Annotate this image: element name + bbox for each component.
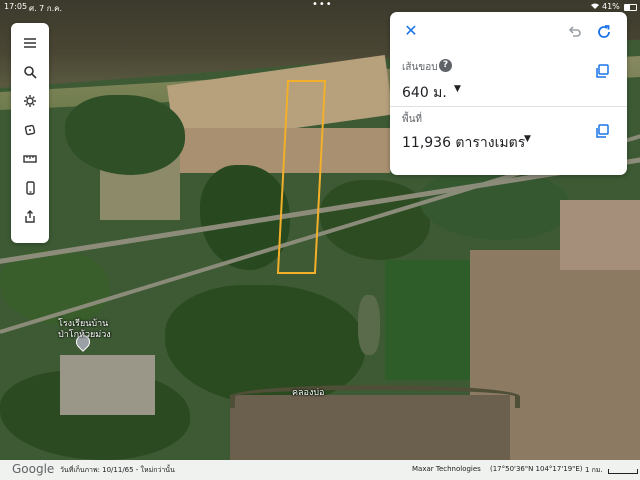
- copy-icon[interactable]: [595, 63, 609, 78]
- village: [60, 355, 155, 415]
- measure-distance-panel: ✕ เส้นขอบ ? 640 ม. ▼ พื้นที่ 11,936 ตารา…: [390, 12, 627, 175]
- phone-icon[interactable]: [11, 174, 49, 202]
- status-time: 17:05: [4, 2, 28, 11]
- redo-icon[interactable]: [596, 24, 612, 40]
- chevron-down-icon[interactable]: ▼: [454, 84, 461, 94]
- pond: [358, 295, 380, 355]
- canal: [230, 385, 520, 408]
- status-date: ศ. 7 ก.ค.: [29, 4, 63, 13]
- perimeter-label: เส้นขอบ: [402, 62, 438, 73]
- help-icon[interactable]: ?: [439, 59, 452, 72]
- settings-gear-icon[interactable]: [11, 87, 49, 115]
- map-footer: Google วันที่เก็บภาพ: 10/11/65 - ใหม่กว่…: [0, 460, 640, 480]
- chevron-down-icon[interactable]: ▼: [524, 134, 531, 144]
- plantation: [385, 260, 475, 380]
- ruler-icon[interactable]: [11, 145, 49, 173]
- left-toolbar: [11, 23, 49, 243]
- wifi-icon: [590, 2, 600, 12]
- copy-icon[interactable]: [595, 123, 609, 138]
- cube-3d-icon[interactable]: [11, 116, 49, 144]
- search-icon[interactable]: [11, 58, 49, 86]
- scale-bar: [608, 469, 638, 474]
- google-logo: Google: [12, 462, 55, 476]
- imagery-date: วันที่เก็บภาพ: 10/11/65 - ใหม่กว่านั้น: [60, 466, 175, 474]
- perimeter-value: 640 ม.: [402, 85, 447, 101]
- map-label-canal[interactable]: คลองบ่อ: [292, 385, 324, 399]
- coordinates-readout: (17°50'36"N 104°17'19"E): [490, 465, 583, 473]
- close-icon[interactable]: ✕: [402, 22, 420, 40]
- attribution[interactable]: Maxar Technologies: [412, 465, 481, 473]
- forest: [65, 95, 185, 175]
- battery-icon: [624, 4, 637, 11]
- menu-icon[interactable]: [11, 29, 49, 57]
- battery-percent: 41%: [602, 2, 620, 11]
- divider: [390, 106, 627, 107]
- undo-icon[interactable]: [566, 24, 582, 40]
- multitask-dots[interactable]: •••: [312, 0, 333, 10]
- area-label: พื้นที่: [402, 114, 423, 125]
- forest: [320, 180, 430, 260]
- field: [560, 200, 640, 270]
- share-icon[interactable]: [11, 203, 49, 231]
- area-value: 11,936 ตารางเมตร: [402, 135, 526, 151]
- map-label-school-line2[interactable]: ป่าโกห้วยม่วง: [58, 327, 111, 341]
- scale-label: 1 กม.: [585, 466, 603, 474]
